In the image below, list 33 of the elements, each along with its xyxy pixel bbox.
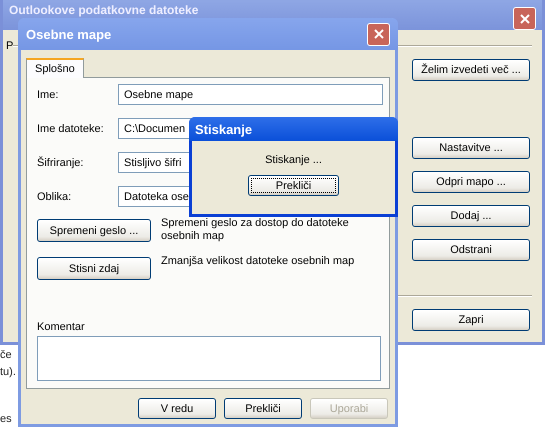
document-text: es — [0, 413, 12, 425]
input-field[interactable]: Osebne mape — [118, 84, 383, 105]
description-text: Spremeni geslo za dostop do datoteke osebnih map — [161, 217, 350, 243]
field-label: Ime datoteke: — [37, 122, 105, 134]
action-button[interactable]: Spremeni geslo ... — [37, 219, 151, 242]
document-text: tu). — [0, 366, 16, 378]
close-icon — [374, 29, 384, 39]
tab[interactable]: Splošno — [26, 58, 84, 78]
close-icon — [520, 14, 530, 24]
window-title: Outlookove podatkovne datoteke — [9, 3, 198, 17]
window-title: Osebne mape — [26, 26, 112, 42]
comment-label: Komentar — [37, 321, 86, 333]
learn-more-button[interactable]: Želim izvedeti več ... — [412, 59, 530, 81]
field-label: Oblika: — [37, 190, 72, 202]
comment-field[interactable] — [37, 336, 381, 381]
action-button[interactable]: Odstrani — [412, 239, 530, 261]
document-text: če — [0, 349, 12, 361]
action-button[interactable]: Dodaj ... — [412, 205, 530, 227]
cancel-button[interactable]: Prekliči — [248, 175, 339, 196]
field-label: Šifriranje: — [37, 156, 84, 168]
dialog-button[interactable]: Prekliči — [224, 398, 302, 419]
field-label: Ime: — [37, 88, 60, 100]
field-label: P — [6, 40, 14, 52]
dialog-button[interactable]: V redu — [138, 398, 216, 419]
action-button[interactable]: Nastavitve ... — [412, 137, 530, 159]
close-dialog-button[interactable]: Zapri — [412, 309, 530, 331]
window-title: Stiskanje — [195, 122, 252, 136]
close-button[interactable] — [367, 22, 390, 46]
description-text: Zmanjša velikost datoteke osebnih map — [161, 255, 356, 268]
action-button[interactable]: Odpri mapo ... — [412, 171, 530, 193]
close-button[interactable] — [513, 7, 536, 30]
action-button[interactable]: Stisni zdaj — [37, 257, 151, 280]
status-message: Stiskanje ... — [265, 154, 322, 166]
